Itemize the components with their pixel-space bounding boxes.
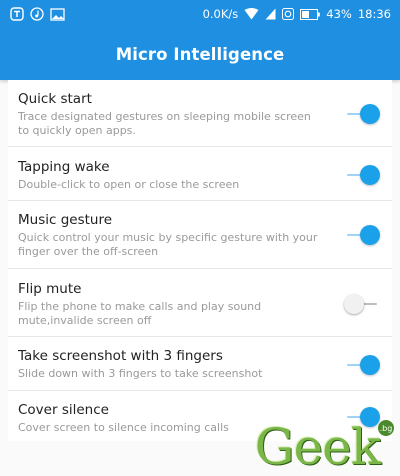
setting-description: Flip the phone to make calls and play so… (18, 300, 262, 327)
notification-app-icon (10, 7, 24, 21)
settings-list: Quick start Trace designated gestures on… (8, 80, 392, 441)
toggle-thumb (360, 225, 380, 245)
status-right: 0.0K/s 43% 18:36 (203, 7, 391, 21)
setting-screenshot-3-fingers[interactable]: Take screenshot with 3 fingers Slide dow… (8, 337, 392, 391)
setting-title: Quick start (18, 91, 92, 107)
page-title: Micro Intelligence (115, 44, 285, 64)
screenshot-3-fingers-toggle[interactable] (344, 355, 380, 375)
network-speed: 0.0K/s (202, 7, 239, 21)
gallery-icon (50, 7, 65, 21)
setting-tapping-wake[interactable]: Tapping wake Double-click to open or clo… (8, 147, 392, 201)
wifi-icon (244, 8, 259, 20)
setting-flip-mute[interactable]: Flip mute Flip the phone to make calls a… (8, 269, 392, 337)
status-left (10, 7, 65, 21)
toggle-thumb (360, 355, 380, 375)
setting-description: Double-click to open or close the screen (18, 178, 240, 191)
watermark-logo: Geek .bg (254, 418, 394, 476)
setting-quick-start[interactable]: Quick start Trace designated gestures on… (8, 80, 392, 147)
tapping-wake-toggle[interactable] (344, 165, 380, 185)
watermark-tld: .bg (378, 420, 394, 436)
setting-description: Slide down with 3 fingers to take screen… (18, 367, 263, 380)
sync-icon (282, 8, 295, 20)
setting-description: Quick control your music by specific ges… (18, 231, 318, 258)
music-note-icon (30, 7, 44, 21)
battery-icon (300, 8, 321, 20)
battery-percent: 43% (326, 7, 352, 21)
flip-mute-toggle[interactable] (344, 294, 380, 314)
watermark-text: Geek (254, 418, 381, 476)
app-bar: Micro Intelligence (0, 28, 400, 80)
setting-title: Cover silence (18, 402, 109, 418)
setting-title: Music gesture (18, 212, 113, 228)
quick-start-toggle[interactable] (344, 104, 380, 124)
setting-title: Take screenshot with 3 fingers (18, 348, 223, 364)
setting-music-gesture[interactable]: Music gesture Quick control your music b… (8, 201, 392, 269)
status-bar: 0.0K/s 43% 18:36 (0, 0, 400, 28)
setting-title: Flip mute (18, 281, 82, 297)
toggle-thumb (360, 165, 380, 185)
toggle-thumb (344, 294, 364, 314)
setting-description: Trace designated gestures on sleeping mo… (18, 110, 311, 137)
clock: 18:36 (357, 7, 391, 21)
setting-title: Tapping wake (18, 159, 110, 175)
signal-icon (265, 8, 276, 20)
toggle-thumb (360, 104, 380, 124)
music-gesture-toggle[interactable] (344, 225, 380, 245)
